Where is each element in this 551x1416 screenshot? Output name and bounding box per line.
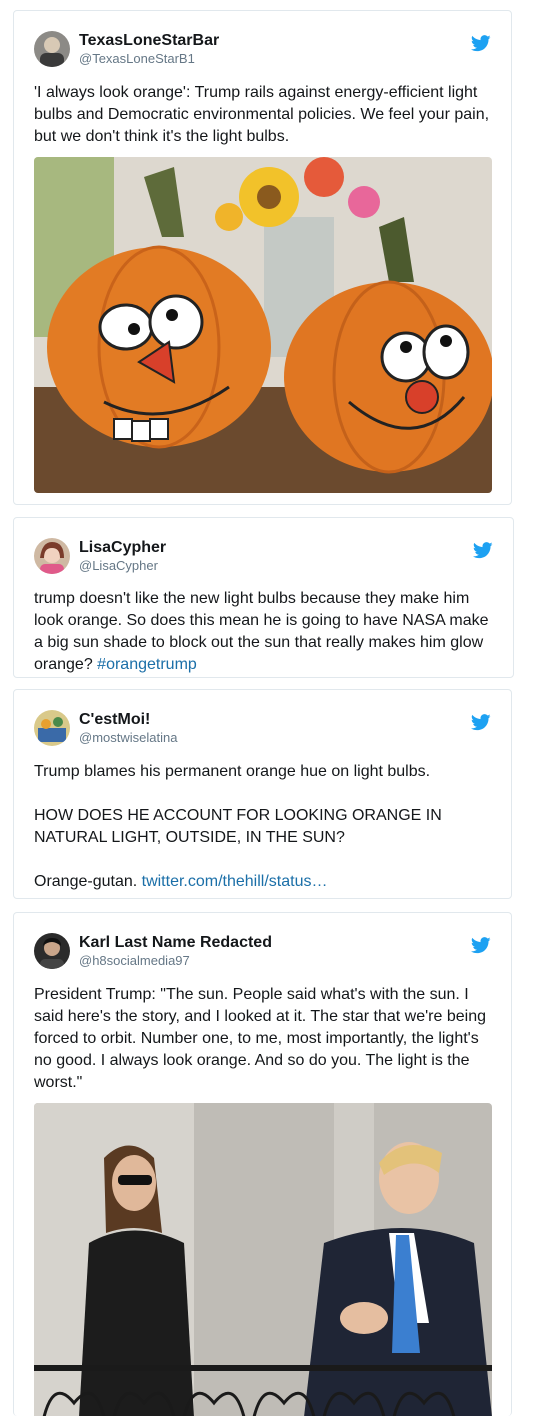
tweet-text-body: Trump blames his permanent orange hue on…	[34, 763, 442, 890]
twitter-bird-icon[interactable]	[471, 35, 491, 52]
display-name[interactable]: Karl Last Name Redacted	[79, 933, 272, 953]
avatar-image	[34, 710, 70, 746]
avatar-image	[34, 538, 70, 574]
display-name[interactable]: TexasLoneStarBar	[79, 31, 219, 51]
display-name[interactable]: LisaCypher	[79, 538, 166, 558]
user-handle[interactable]: @h8socialmedia97	[79, 952, 190, 970]
avatar[interactable]	[34, 31, 70, 67]
avatar[interactable]	[34, 710, 70, 746]
tweet-card[interactable]: LisaCypher @LisaCypher trump doesn't lik…	[13, 517, 514, 678]
avatar[interactable]	[34, 933, 70, 969]
display-name[interactable]: C'estMoi!	[79, 710, 150, 730]
pumpkins-image	[34, 157, 492, 493]
hashtag-link[interactable]: #orangetrump	[97, 656, 197, 673]
tweet-card[interactable]: C'estMoi! @mostwiselatina Trump blames h…	[13, 689, 512, 899]
tweet-photo-balcony[interactable]	[34, 1103, 492, 1416]
tweet-text: trump doesn't like the new light bulbs b…	[34, 588, 493, 676]
tweet-card[interactable]: Karl Last Name Redacted @h8socialmedia97…	[13, 912, 512, 1416]
tweet-photo-pumpkins[interactable]	[34, 157, 492, 493]
user-handle[interactable]: @mostwiselatina	[79, 729, 177, 747]
avatar-image	[34, 31, 70, 67]
balcony-image	[34, 1103, 492, 1416]
user-handle[interactable]: @TexasLoneStarB1	[79, 50, 195, 68]
avatar-image	[34, 933, 70, 969]
tweet-text: 'I always look orange': Trump rails agai…	[34, 84, 490, 145]
twitter-bird-icon[interactable]	[473, 542, 493, 559]
tweet-text: Trump blames his permanent orange hue on…	[34, 761, 491, 893]
twitter-bird-icon[interactable]	[471, 937, 491, 954]
avatar[interactable]	[34, 538, 70, 574]
tweet-text: President Trump: "The sun. People said w…	[34, 986, 486, 1091]
twitter-bird-icon[interactable]	[471, 714, 491, 731]
tweet-card[interactable]: TexasLoneStarBar @TexasLoneStarB1 'I alw…	[13, 10, 512, 505]
status-link[interactable]: twitter.com/thehill/status…	[142, 873, 328, 890]
user-handle[interactable]: @LisaCypher	[79, 557, 158, 575]
